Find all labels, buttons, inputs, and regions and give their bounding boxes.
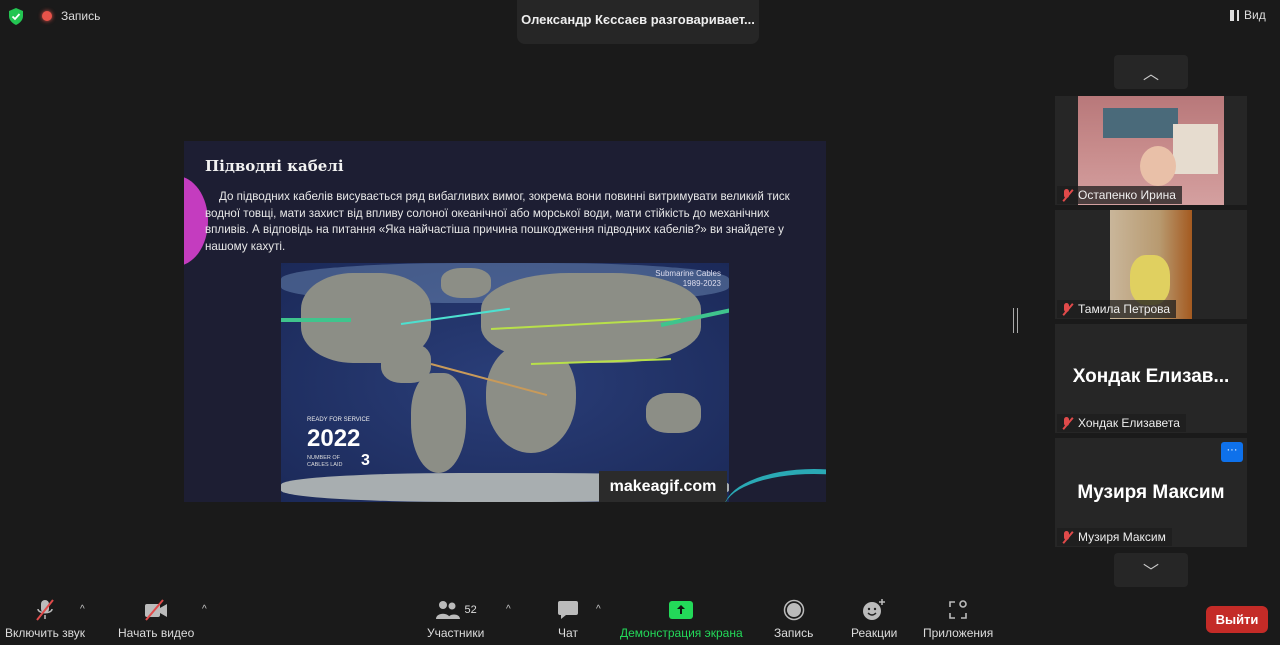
decorative-arc: [724, 469, 826, 502]
share-screen-icon: [669, 601, 694, 619]
apps-icon: [949, 600, 967, 619]
participants-count: 52: [464, 604, 477, 616]
start-video-label: Начать видео: [118, 626, 195, 640]
participant-name: Музиря Максим: [1078, 530, 1166, 544]
record-button[interactable]: Запись: [774, 598, 813, 640]
participant-name: Остапенко Ирина: [1078, 188, 1176, 202]
gallery-up-button[interactable]: ︿: [1114, 55, 1188, 89]
audio-options-caret[interactable]: ^: [80, 604, 85, 615]
security-shield-icon[interactable]: [8, 8, 24, 25]
leave-button[interactable]: Выйти: [1206, 606, 1268, 633]
muted-mic-icon: [1061, 417, 1073, 429]
participant-tile[interactable]: ··· Музиря Максим Музиря Максим: [1055, 438, 1247, 547]
reactions-label: Реакции: [851, 626, 898, 640]
ready-for-service-label: READY FOR SERVICE: [307, 417, 370, 423]
chevron-down-icon: ﹀: [1142, 564, 1159, 581]
view-label: Вид: [1244, 8, 1266, 22]
muted-mic-icon: [1061, 303, 1073, 315]
unmute-label: Включить звук: [5, 626, 86, 640]
participant-name-bar: Музиря Максим: [1057, 528, 1172, 546]
muted-mic-icon: [1061, 531, 1073, 543]
map-title: Submarine Cables 1989-2023: [655, 269, 721, 289]
panel-resize-handle[interactable]: [1013, 308, 1018, 333]
apps-label: Приложения: [923, 626, 994, 640]
recording-icon: [42, 11, 52, 21]
start-video-button[interactable]: Начать видео: [118, 598, 194, 640]
participant-display-name: Музиря Максим: [1077, 482, 1225, 503]
muted-mic-icon: [34, 598, 56, 622]
record-label: Запись: [774, 626, 814, 640]
record-icon: [783, 599, 804, 621]
participant-display-name: Хондак Елизав...: [1072, 366, 1230, 387]
participant-name-bar: Остапенко Ирина: [1057, 186, 1182, 204]
slide-body: До підводних кабелів висувається ряд виб…: [205, 190, 790, 253]
participants-button[interactable]: 52 Участники: [427, 598, 484, 640]
chat-button[interactable]: Чат: [557, 598, 579, 640]
map-years: 1989-2023: [682, 279, 721, 288]
participant-name-bar: Хондак Елизавета: [1057, 414, 1186, 432]
view-icon: [1230, 9, 1239, 21]
shared-screen-slide: Підводні кабелі До підводних кабелів вис…: [184, 141, 826, 502]
cables-laid-count: 3: [361, 452, 370, 469]
submarine-cables-map: Submarine Cables 1989-2023 READY FOR SERV…: [281, 263, 729, 502]
video-options-caret[interactable]: ^: [202, 604, 207, 615]
map-year: 2022: [307, 425, 361, 452]
reactions-button[interactable]: Реакции: [851, 598, 897, 640]
chat-options-caret[interactable]: ^: [596, 604, 601, 615]
slide-title: Підводні кабелі: [205, 157, 344, 175]
participant-name: Хондак Елизавета: [1078, 416, 1180, 430]
apps-button[interactable]: Приложения: [923, 598, 993, 640]
participants-icon: [435, 601, 460, 619]
map-title-text: Submarine Cables: [655, 269, 721, 278]
share-screen-button[interactable]: Демонстрация экрана: [620, 598, 743, 640]
chat-label: Чат: [558, 626, 578, 640]
recording-label[interactable]: Запись: [61, 9, 100, 23]
participant-tile[interactable]: Хондак Елизав... Хондак Елизавета: [1055, 324, 1247, 433]
participants-options-caret[interactable]: ^: [506, 604, 511, 615]
share-screen-label: Демонстрация экрана: [620, 626, 743, 640]
watermark: makeagif.com: [599, 471, 727, 502]
participant-tile[interactable]: Остапенко Ирина: [1055, 96, 1247, 205]
chat-icon: [558, 601, 578, 619]
active-speaker-banner: Олександр Кєссаєв разговаривает...: [517, 0, 759, 44]
view-button[interactable]: Вид: [1226, 4, 1270, 26]
muted-mic-icon: [1061, 189, 1073, 201]
gallery-down-button[interactable]: ﹀: [1114, 553, 1188, 587]
participant-tile[interactable]: Тамила Петрова: [1055, 210, 1247, 319]
video-off-icon: [143, 598, 169, 622]
participants-label: Участники: [427, 626, 485, 640]
cables-laid-label: NUMBER OF CABLES LAID: [307, 455, 343, 468]
participant-name-bar: Тамила Петрова: [1057, 300, 1177, 318]
unmute-button[interactable]: Включить звук: [5, 598, 85, 640]
more-options-icon[interactable]: ···: [1221, 442, 1243, 462]
participant-name: Тамила Петрова: [1078, 302, 1171, 316]
reactions-icon: [863, 599, 886, 620]
chevron-up-icon: ︿: [1142, 66, 1159, 83]
